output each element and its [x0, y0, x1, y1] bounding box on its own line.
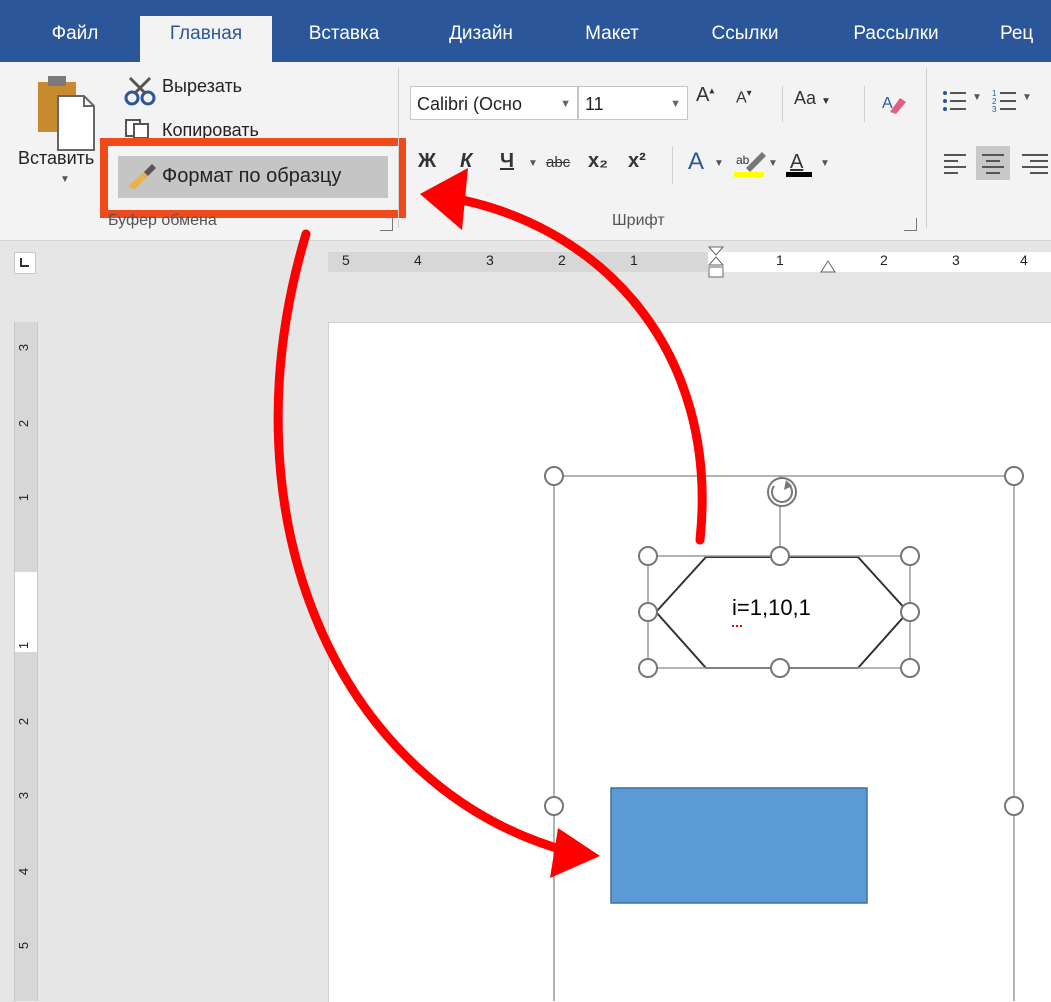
resize-handle[interactable]	[638, 658, 658, 678]
annotation-arrow-to-format-painter	[435, 191, 707, 545]
resize-handle[interactable]	[770, 546, 790, 566]
resize-handle[interactable]	[1004, 796, 1024, 816]
resize-handle[interactable]	[544, 466, 564, 486]
hexagon-text[interactable]: i=1,10,1	[732, 595, 811, 621]
resize-handle[interactable]	[544, 796, 564, 816]
resize-handle[interactable]	[1004, 466, 1024, 486]
arrow-head-icon	[420, 168, 468, 230]
blue-rectangle-shape[interactable]	[610, 787, 868, 904]
spellcheck-squiggle	[732, 622, 742, 627]
resize-handle[interactable]	[770, 658, 790, 678]
resize-handle[interactable]	[900, 602, 920, 622]
resize-handle[interactable]	[900, 658, 920, 678]
resize-handle[interactable]	[638, 546, 658, 566]
rotate-handle-icon[interactable]	[767, 477, 797, 507]
annotation-arrow-to-rectangle	[273, 229, 575, 857]
arrow-head-icon	[550, 828, 600, 878]
resize-handle[interactable]	[638, 602, 658, 622]
resize-handle[interactable]	[900, 546, 920, 566]
drawing-canvas[interactable]	[0, 0, 1051, 1001]
